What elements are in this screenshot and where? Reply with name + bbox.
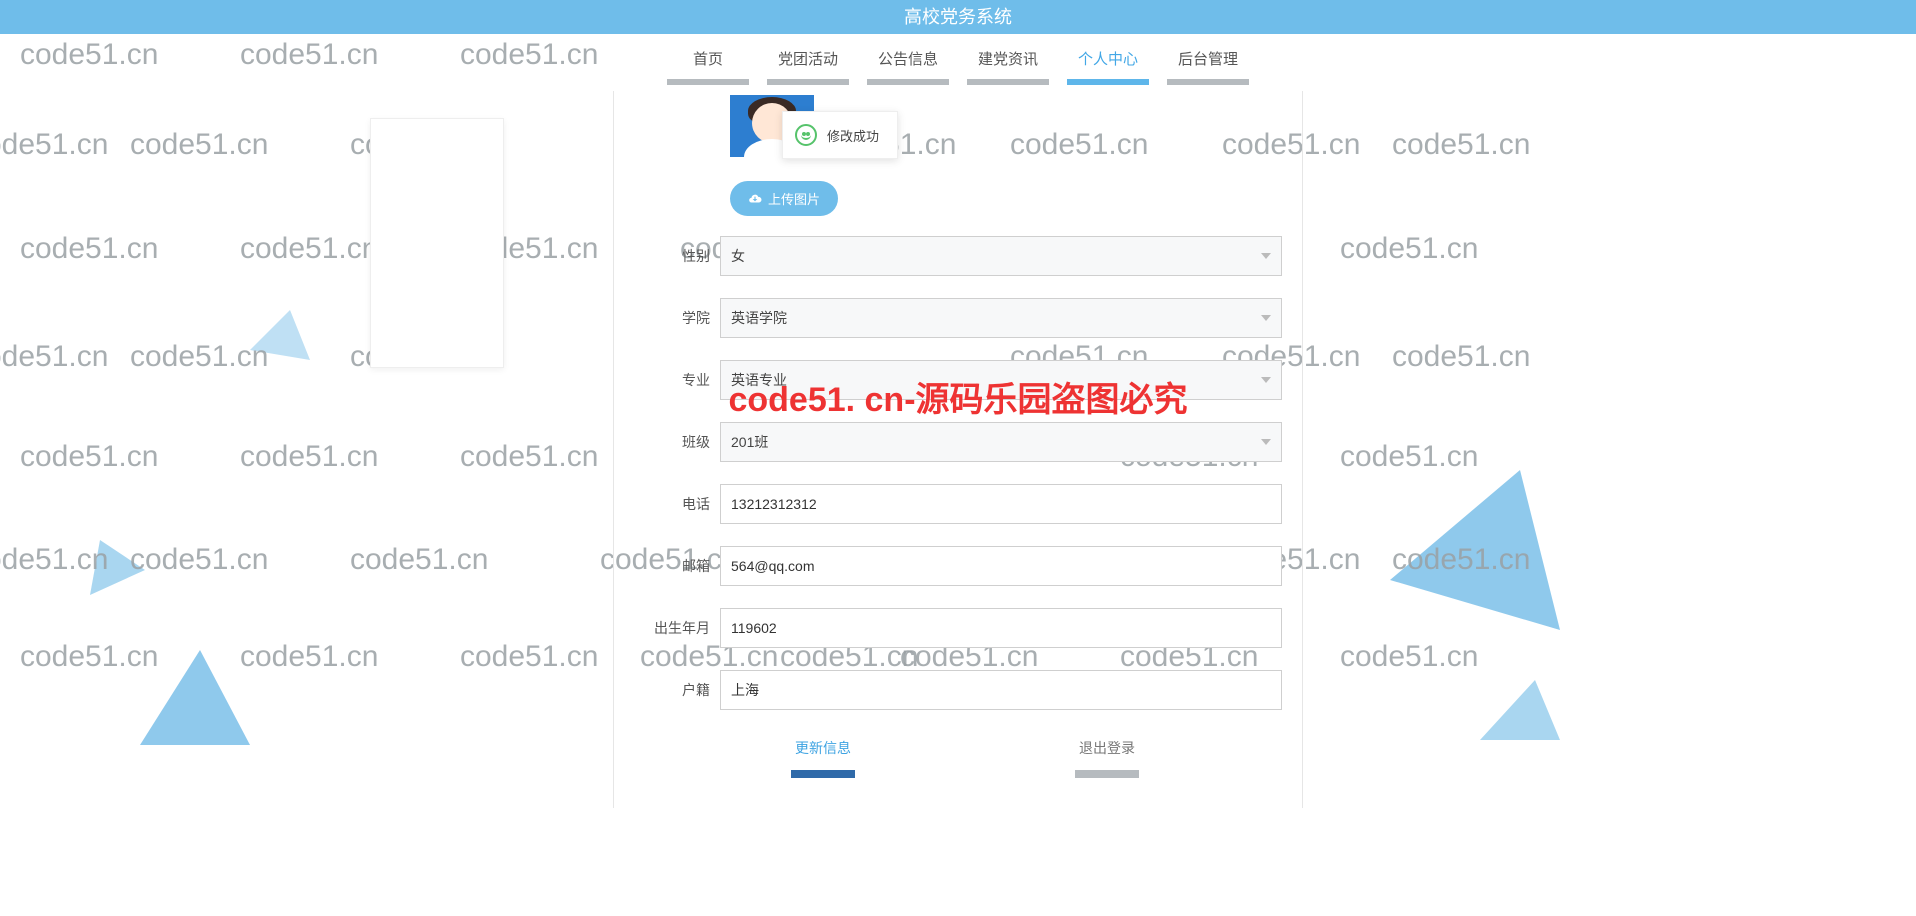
triangle-decor (1480, 680, 1560, 750)
triangle-decor (90, 540, 150, 600)
profile-form-panel: 修改成功 上传图片 性别 女 学院 英语学院 专业 英语专业 班级 201班 (613, 91, 1303, 808)
row-origin: 户籍 (648, 670, 1282, 710)
chevron-down-icon (1261, 377, 1271, 383)
label-birth: 出生年月 (648, 618, 720, 638)
upload-image-button[interactable]: 上传图片 (730, 181, 838, 216)
value-gender: 女 (731, 246, 745, 266)
value-class: 201班 (731, 432, 768, 452)
watermark-text: code51.cn (240, 440, 378, 474)
input-phone[interactable] (731, 496, 1271, 512)
input-birth-wrap (720, 608, 1282, 648)
triangle-decor (1390, 470, 1560, 630)
input-phone-wrap (720, 484, 1282, 524)
row-email: 邮箱 (648, 546, 1282, 586)
label-college: 学院 (648, 308, 720, 328)
watermark-text: code51.cn (130, 340, 268, 374)
update-button[interactable]: 更新信息 (791, 732, 855, 778)
chevron-down-icon (1261, 253, 1271, 259)
nav-item-1[interactable]: 党团活动 (767, 48, 849, 85)
label-phone: 电话 (648, 494, 720, 514)
watermark-text: code51.cn (1392, 340, 1530, 374)
watermark-text: code51.cn (20, 232, 158, 266)
upload-button-label: 上传图片 (768, 189, 820, 208)
watermark-text: code51.cn (0, 340, 108, 374)
row-college: 学院 英语学院 (648, 298, 1282, 338)
watermark-text: code51.cn (20, 440, 158, 474)
nav-item-2[interactable]: 公告信息 (867, 48, 949, 85)
input-birth[interactable] (731, 620, 1271, 636)
nav-item-5[interactable]: 后台管理 (1167, 48, 1249, 85)
app-header: 高校党务系统 (0, 0, 1916, 34)
nav-item-4[interactable]: 个人中心 (1067, 48, 1149, 85)
select-class[interactable]: 201班 (720, 422, 1282, 462)
app-title: 高校党务系统 (904, 7, 1012, 27)
watermark-text: code51.cn (0, 128, 108, 162)
logout-button[interactable]: 退出登录 (1075, 732, 1139, 778)
select-college[interactable]: 英语学院 (720, 298, 1282, 338)
watermark-text: code51.cn (460, 640, 598, 674)
select-gender[interactable]: 女 (720, 236, 1282, 276)
side-card (370, 118, 504, 368)
row-class: 班级 201班 (648, 422, 1282, 462)
action-row: 更新信息 退出登录 (648, 732, 1282, 778)
label-gender: 性别 (648, 246, 720, 266)
input-email[interactable] (731, 558, 1271, 574)
watermark-text: code51.cn (350, 543, 488, 577)
nav-item-0[interactable]: 首页 (667, 48, 749, 85)
watermark-text: code51.cn (1340, 440, 1478, 474)
value-college: 英语学院 (731, 308, 787, 328)
triangle-decor (250, 310, 310, 370)
label-origin: 户籍 (648, 680, 720, 700)
watermark-text: code51.cn (1340, 640, 1478, 674)
success-toast: 修改成功 (782, 111, 898, 159)
input-email-wrap (720, 546, 1282, 586)
label-email: 邮箱 (648, 556, 720, 576)
main-nav: 首页党团活动公告信息建党资讯个人中心后台管理 (0, 34, 1916, 91)
watermark-text: code51.cn (20, 640, 158, 674)
chevron-down-icon (1261, 439, 1271, 445)
row-birth: 出生年月 (648, 608, 1282, 648)
row-major: 专业 英语专业 (648, 360, 1282, 400)
chevron-down-icon (1261, 315, 1271, 321)
watermark-text: code51.cn (1392, 128, 1530, 162)
watermark-text: code51.cn (240, 640, 378, 674)
row-gender: 性别 女 (648, 236, 1282, 276)
nav-item-3[interactable]: 建党资讯 (967, 48, 1049, 85)
label-major: 专业 (648, 370, 720, 390)
triangle-decor (140, 650, 250, 750)
watermark-text: code51.cn (240, 232, 378, 266)
row-phone: 电话 (648, 484, 1282, 524)
watermark-text: code51.cn (460, 440, 598, 474)
smile-icon (795, 124, 817, 146)
input-origin-wrap (720, 670, 1282, 710)
cloud-upload-icon (748, 192, 762, 206)
label-class: 班级 (648, 432, 720, 452)
watermark-text: code51.cn (1340, 232, 1478, 266)
value-major: 英语专业 (731, 370, 787, 390)
watermark-text: code51.cn (130, 543, 268, 577)
toast-message: 修改成功 (827, 126, 879, 145)
select-major[interactable]: 英语专业 (720, 360, 1282, 400)
watermark-text: code51.cn (130, 128, 268, 162)
input-origin[interactable] (731, 682, 1271, 698)
